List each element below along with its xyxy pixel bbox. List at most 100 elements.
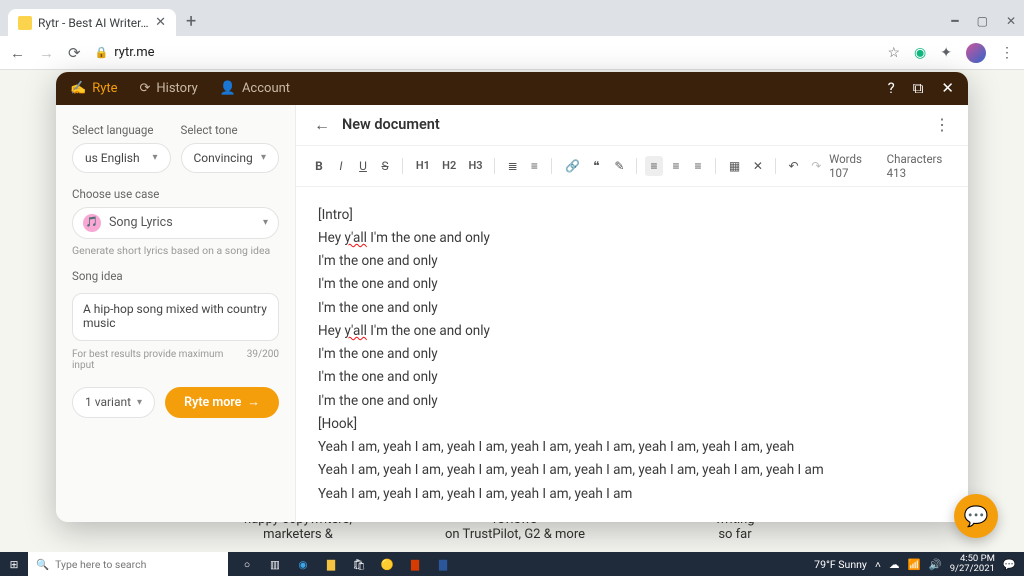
idea-counter: 39/200 [247, 349, 279, 371]
clear-format-button[interactable]: ✕ [748, 156, 767, 176]
chevron-down-icon: ▾ [263, 217, 268, 228]
h2-button[interactable]: H2 [437, 156, 459, 175]
document-content[interactable]: [Intro]Hey y'all I'm the one and onlyI'm… [296, 187, 968, 522]
star-icon[interactable]: ☆ [887, 45, 900, 61]
chevron-down-icon: ▾ [137, 397, 142, 408]
tab-account[interactable]: 👤 Account [220, 81, 290, 96]
tone-label: Select tone [181, 123, 280, 137]
onedrive-icon[interactable]: ☁ [889, 558, 900, 571]
quote-button[interactable]: ❝ [587, 156, 605, 176]
idea-label: Song idea [72, 269, 279, 283]
back-icon[interactable]: ← [10, 44, 25, 62]
strike-button[interactable]: S [376, 156, 394, 176]
help-icon[interactable]: ? [888, 79, 895, 97]
cortana-icon[interactable]: ○ [234, 552, 260, 576]
bullet-list-button[interactable]: ≣ [503, 156, 522, 176]
underline-button[interactable]: U [354, 156, 372, 176]
char-count: Characters 413 [887, 152, 954, 180]
document-title[interactable]: New document [342, 116, 922, 133]
ordered-list-button[interactable]: ≡ [525, 156, 543, 176]
store-icon[interactable]: 🛍 [346, 552, 372, 576]
browser-tab[interactable]: Rytr - Best AI Writer, Content Ge… ✕ [8, 9, 176, 36]
reload-icon[interactable]: ⟳ [68, 44, 81, 62]
menu-icon[interactable]: ⋮ [1000, 45, 1014, 61]
idea-input[interactable]: A hip-hop song mixed with country music [72, 293, 279, 341]
chevron-down-icon: ▾ [261, 152, 266, 163]
notifications-icon[interactable]: 💬 [1003, 558, 1016, 571]
window-close-icon[interactable]: ✕ [1006, 14, 1016, 28]
back-arrow-icon[interactable]: ← [314, 115, 330, 135]
weather-widget[interactable]: 79°F Sunny [814, 558, 867, 571]
tray-chevron-icon[interactable]: ˄ [875, 558, 881, 571]
url-field[interactable]: 🔒 rytr.me [95, 45, 874, 60]
redo-button[interactable]: ↷ [806, 156, 825, 176]
address-bar: ← → ⟳ 🔒 rytr.me ☆ ◉ ✦ ⋮ [0, 36, 1024, 70]
profile-avatar[interactable] [966, 43, 986, 63]
tone-select[interactable]: Convincing ▾ [181, 143, 280, 173]
minimize-icon[interactable]: ━ [951, 14, 958, 28]
chevron-down-icon: ▾ [152, 152, 157, 163]
search-placeholder: Type here to search [55, 558, 146, 571]
edge-icon[interactable]: ◉ [290, 552, 316, 576]
wifi-icon[interactable]: 📶 [908, 558, 921, 571]
align-center-button[interactable]: ≡ [667, 156, 685, 176]
office-icon[interactable]: ▇ [402, 552, 428, 576]
open-external-icon[interactable]: ⧉ [913, 79, 924, 97]
highlight-button[interactable]: ✎ [609, 156, 628, 176]
extensions-icon[interactable]: ✦ [940, 45, 952, 61]
chrome-tab-strip: Rytr - Best AI Writer, Content Ge… ✕ + ━… [0, 0, 1024, 36]
app-modal: ✍ Ryte ⟳ History 👤 Account ? ⧉ ✕ Select … [56, 72, 968, 522]
tab-ryte[interactable]: ✍ Ryte [70, 81, 118, 107]
account-icon: 👤 [220, 81, 236, 96]
idea-hint: For best results provide maximum input [72, 349, 247, 371]
modal-header: ✍ Ryte ⟳ History 👤 Account ? ⧉ ✕ [56, 72, 968, 105]
clock[interactable]: 4:50 PM 9/27/2021 [950, 554, 995, 575]
ryte-more-button[interactable]: Ryte more → [165, 387, 279, 418]
language-label: Select language [72, 123, 171, 137]
task-view-icon[interactable]: ▥ [262, 552, 288, 576]
editor: ← New document ⋮ B I U S H1 H2 H3 ≣ ≡ 🔗 … [296, 105, 968, 522]
align-left-button[interactable]: ≡ [645, 156, 663, 176]
tab-title: Rytr - Best AI Writer, Content Ge… [38, 16, 149, 30]
close-tab-icon[interactable]: ✕ [155, 15, 166, 30]
chat-fab[interactable]: 💬 [954, 494, 998, 538]
extension-icon[interactable]: ◉ [914, 45, 926, 61]
arrow-right-icon: → [247, 395, 260, 410]
insert-button[interactable]: ▦ [724, 156, 744, 176]
align-right-button[interactable]: ≡ [689, 156, 707, 176]
variant-select[interactable]: 1 variant ▾ [72, 387, 155, 418]
new-tab-button[interactable]: + [176, 11, 206, 36]
editor-toolbar: B I U S H1 H2 H3 ≣ ≡ 🔗 ❝ ✎ ≡ ≡ ≡ ▦ [296, 146, 968, 187]
undo-button[interactable]: ↶ [784, 156, 803, 176]
h3-button[interactable]: H3 [463, 156, 485, 175]
window-controls: ━ ▢ ✕ [951, 14, 1016, 36]
bold-button[interactable]: B [310, 156, 328, 176]
document-menu-icon[interactable]: ⋮ [934, 115, 950, 134]
tab-history[interactable]: ⟳ History [140, 81, 198, 96]
lock-icon: 🔒 [95, 46, 109, 59]
maximize-icon[interactable]: ▢ [977, 14, 988, 28]
forward-icon[interactable]: → [39, 44, 54, 62]
music-icon: 🎵 [83, 214, 101, 232]
start-button[interactable]: ⊞ [0, 558, 28, 571]
taskbar-search[interactable]: 🔍 Type here to search [28, 552, 228, 576]
url-text: rytr.me [114, 45, 154, 60]
windows-taskbar: ⊞ 🔍 Type here to search ○ ▥ ◉ ▇ 🛍 🟡 ▇ ▇ … [0, 552, 1024, 576]
close-modal-icon[interactable]: ✕ [941, 79, 954, 97]
favicon [18, 16, 32, 30]
word-count: Words 107 [829, 152, 877, 180]
chrome-icon[interactable]: 🟡 [374, 552, 400, 576]
history-icon: ⟳ [140, 81, 151, 96]
volume-icon[interactable]: 🔊 [929, 558, 942, 571]
chat-icon: 💬 [964, 504, 989, 528]
language-select[interactable]: us English ▾ [72, 143, 171, 173]
search-icon: 🔍 [36, 558, 49, 571]
sidebar: Select language us English ▾ Select tone… [56, 105, 296, 522]
pen-icon: ✍ [70, 81, 86, 96]
h1-button[interactable]: H1 [411, 156, 433, 175]
link-button[interactable]: 🔗 [560, 156, 583, 176]
italic-button[interactable]: I [332, 156, 350, 176]
word-icon[interactable]: ▇ [430, 552, 456, 576]
explorer-icon[interactable]: ▇ [318, 552, 344, 576]
usecase-select[interactable]: 🎵 Song Lyrics ▾ [72, 207, 279, 239]
